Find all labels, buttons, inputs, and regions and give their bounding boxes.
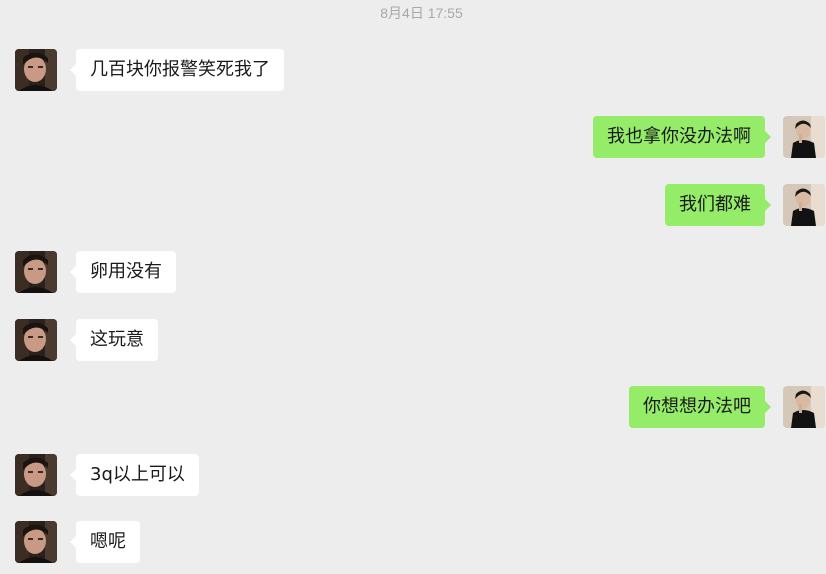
message-bubble-incoming[interactable]: 几百块你报警笑死我了 (70, 49, 284, 91)
message-bubble-outgoing[interactable]: 你想想办法吧 (629, 386, 771, 428)
message-bubble-incoming[interactable]: 这玩意 (70, 319, 158, 361)
message-bubble-outgoing[interactable]: 我们都难 (665, 184, 771, 226)
message-row: 我也拿你没办法啊 (0, 116, 826, 158)
message-row: 你想想办法吧 (0, 386, 826, 428)
contact-avatar-image (15, 251, 57, 293)
self-avatar[interactable] (783, 386, 825, 428)
self-avatar[interactable] (783, 184, 825, 226)
message-timestamp: 8月4日 17:55 (380, 5, 463, 21)
contact-avatar-image (15, 319, 57, 361)
message-bubble-outgoing[interactable]: 我也拿你没办法啊 (593, 116, 771, 158)
contact-avatar[interactable] (15, 49, 57, 91)
contact-avatar-image (15, 454, 57, 496)
message-bubble-incoming[interactable]: 3q以上可以 (70, 454, 199, 496)
self-avatar-image (783, 386, 825, 428)
contact-avatar[interactable] (15, 521, 57, 563)
message-bubble-incoming[interactable]: 嗯呢 (70, 521, 140, 563)
message-bubble-incoming[interactable]: 卵用没有 (70, 251, 176, 293)
contact-avatar[interactable] (15, 251, 57, 293)
chat-window: 8月4日 17:55 几百块你报警笑死我了 我也拿你没办法啊 我们都难 卵用没有… (0, 0, 826, 574)
contact-avatar[interactable] (15, 319, 57, 361)
self-avatar[interactable] (783, 116, 825, 158)
message-row: 我们都难 (0, 184, 826, 226)
contact-avatar-image (15, 49, 57, 91)
self-avatar-image (783, 184, 825, 226)
contact-avatar-image (15, 521, 57, 563)
self-avatar-image (783, 116, 825, 158)
contact-avatar[interactable] (15, 454, 57, 496)
